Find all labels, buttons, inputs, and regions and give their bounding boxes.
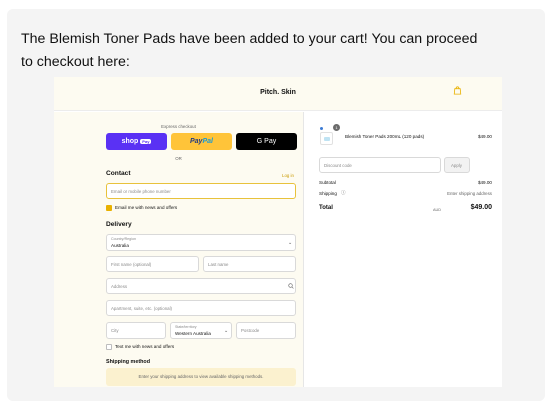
indicator-dot	[320, 127, 323, 130]
chat-message-container: The Blemish Toner Pads have been added t…	[7, 9, 545, 401]
currency-code: AUD	[433, 208, 442, 212]
or-divider: OR	[175, 156, 182, 161]
total-value: $49.00	[470, 204, 492, 211]
country-label: Country/Region	[111, 237, 136, 241]
search-icon	[288, 283, 294, 289]
last-name-field[interactable]: Last name	[203, 256, 296, 272]
shop-header: Pitch. Skin	[54, 77, 502, 111]
shop-brand[interactable]: Pitch. Skin	[54, 89, 502, 96]
google-pay-button[interactable]: G Pay	[236, 133, 297, 150]
google-pay-label: G Pay	[256, 138, 277, 145]
country-select[interactable]: Country/Region Australia ⌄	[106, 234, 296, 251]
shipping-method-note: Enter your shipping address to view avai…	[106, 368, 296, 386]
paypal-button[interactable]: Pay Pal	[171, 133, 232, 150]
text-offers-checkbox[interactable]	[106, 344, 112, 350]
shop-pay-label: shop	[121, 138, 139, 145]
shipping-label: Shipping	[319, 191, 337, 196]
discount-code-field[interactable]: Discount code	[319, 157, 441, 173]
express-checkout-label: Express checkout	[161, 124, 196, 129]
discount-placeholder: Discount code	[324, 163, 352, 168]
info-icon[interactable]: ⓘ	[341, 190, 346, 196]
state-select[interactable]: State/territory Western Australia ⌄	[170, 322, 232, 339]
postcode-placeholder: Postcode	[241, 328, 260, 333]
subtotal-value: $49.00	[477, 180, 492, 185]
paypal-pay-text: Pay	[190, 138, 203, 145]
state-label: State/territory	[175, 325, 197, 329]
quantity-badge: 1	[333, 124, 340, 131]
shop-pay-button[interactable]: shop Pay	[106, 133, 167, 150]
country-value: Australia	[111, 243, 129, 248]
checkout-screenshot: Pitch. Skin Express checkout shop Pay Pa…	[54, 77, 502, 387]
checkout-form-panel: Express checkout shop Pay Pay Pal G Pay O…	[54, 112, 303, 387]
product-name: Blemish Toner Pads 200mL (120 pads)	[345, 134, 425, 139]
paypal-pal-text: Pal	[202, 138, 213, 145]
shipping-method-heading: Shipping method	[106, 359, 151, 365]
news-checkbox[interactable]	[106, 205, 112, 217]
contact-heading: Contact	[106, 170, 131, 177]
subtotal-label: Subtotal	[319, 180, 336, 185]
checkmark-icon	[106, 213, 112, 217]
city-field[interactable]: City	[106, 322, 166, 339]
order-summary-panel: 1 Blemish Toner Pads 200mL (120 pads) $4…	[303, 112, 502, 387]
shipping-value: Enter shipping address	[447, 191, 492, 196]
chevron-down-icon: ⌄	[224, 328, 229, 334]
text-offers-label: Text me with news and offers	[115, 344, 175, 349]
apartment-placeholder: Apartment, suite, etc. (optional)	[111, 306, 173, 311]
news-checkbox-label: Email me with news and offers	[115, 205, 178, 210]
login-link[interactable]: Log in	[282, 173, 294, 178]
chevron-down-icon: ⌄	[288, 240, 293, 246]
apply-label: Apply	[451, 163, 462, 168]
postcode-field[interactable]: Postcode	[236, 322, 296, 339]
apartment-field[interactable]: Apartment, suite, etc. (optional)	[106, 300, 296, 316]
email-placeholder: Email or mobile phone number	[111, 189, 171, 194]
product-price: $49.00	[477, 134, 492, 139]
city-placeholder: City	[111, 328, 119, 333]
product-thumbnail	[320, 132, 333, 145]
address-field[interactable]: Address	[106, 278, 296, 294]
apply-button[interactable]: Apply	[444, 157, 470, 173]
shop-pay-tag: Pay	[140, 139, 152, 144]
delivery-heading: Delivery	[106, 221, 132, 228]
shopping-bag-icon[interactable]	[453, 86, 462, 95]
first-name-placeholder: First name (optional)	[111, 262, 152, 267]
email-field[interactable]: Email or mobile phone number	[106, 183, 296, 199]
last-name-placeholder: Last name	[208, 262, 229, 267]
address-placeholder: Address	[111, 284, 128, 289]
assistant-message: The Blemish Toner Pads have been added t…	[21, 31, 478, 70]
state-value: Western Australia	[175, 331, 211, 336]
total-label: Total	[319, 205, 333, 211]
product-image	[324, 137, 330, 141]
first-name-field[interactable]: First name (optional)	[106, 256, 199, 272]
